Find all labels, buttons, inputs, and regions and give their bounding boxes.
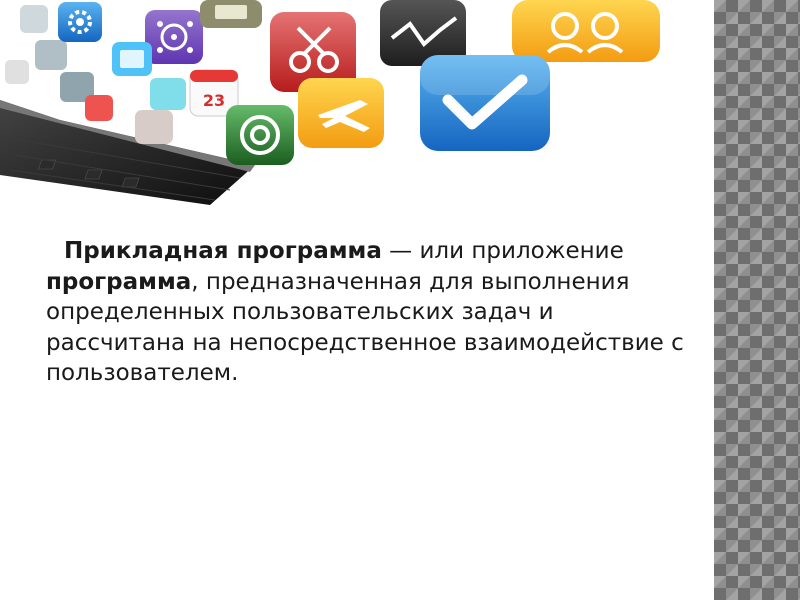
gear-icon <box>58 2 102 42</box>
target-icon <box>226 105 294 165</box>
app-icons-illustration: 23 <box>0 0 715 230</box>
svg-text:23: 23 <box>203 91 225 110</box>
main-paragraph: Прикладная программа — или приложение пр… <box>46 236 686 389</box>
term2-bold: программа <box>46 268 192 295</box>
gallery-icon <box>112 42 152 76</box>
airplane-icon <box>298 78 384 148</box>
checkmark-icon <box>420 55 550 151</box>
people-icon <box>512 0 660 62</box>
decorative-pattern-strip <box>714 0 800 600</box>
settings-network-icon <box>145 10 203 64</box>
paragraph-text-part1: — или приложение <box>381 238 624 264</box>
term-bold: Прикладная программа <box>64 238 382 264</box>
